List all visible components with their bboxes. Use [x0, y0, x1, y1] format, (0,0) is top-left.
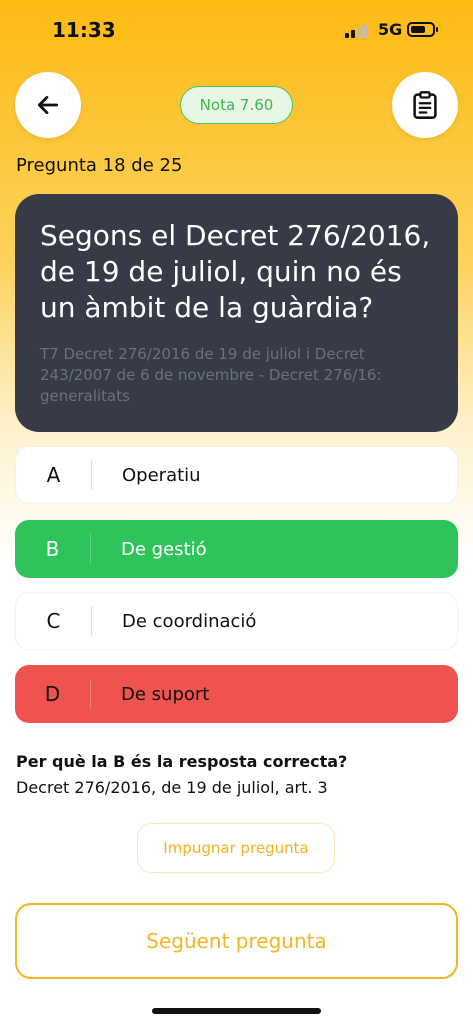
clipboard-list-icon: [413, 91, 437, 119]
answer-text: Operatiu: [122, 464, 201, 486]
answer-letter: C: [46, 609, 61, 633]
explanation-title: Per què la B és la resposta correcta?: [16, 752, 348, 771]
answer-letter: A: [46, 463, 61, 487]
home-indicator[interactable]: [152, 1008, 321, 1014]
next-question-button[interactable]: Següent pregunta: [15, 903, 458, 979]
answer-option-c[interactable]: C De coordinació: [15, 592, 458, 650]
signal-icon: [345, 24, 371, 38]
answer-option-b[interactable]: B De gestió: [15, 520, 458, 578]
question-source: T7 Decret 276/2016 de 19 de juliol i Dec…: [40, 345, 382, 405]
question-text: Segons el Decret 276/2016, de 19 de juli…: [40, 219, 431, 324]
impugn-question-button[interactable]: Impugnar pregunta: [137, 823, 335, 873]
answer-text: De coordinació: [122, 610, 257, 632]
answer-letter: B: [45, 537, 60, 561]
clipboard-button[interactable]: [392, 72, 458, 138]
question-counter: Pregunta 18 de 25: [16, 155, 183, 176]
explanation-reference: Decret 276/2016, de 19 de juliol, art. 3: [16, 778, 328, 797]
answer-letter: D: [44, 682, 61, 706]
battery-icon: [407, 22, 438, 37]
question-card: Segons el Decret 276/2016, de 19 de juli…: [15, 194, 458, 432]
back-button[interactable]: [15, 72, 81, 138]
grade-badge: Nota 7.60: [180, 86, 293, 124]
answer-option-a[interactable]: A Operatiu: [15, 446, 458, 504]
answer-option-d[interactable]: D De suport: [15, 665, 458, 723]
answer-text: De gestió: [121, 538, 207, 560]
status-time: 11:33: [52, 18, 116, 42]
answer-text: De suport: [121, 683, 210, 705]
arrow-left-icon: [37, 96, 59, 114]
network-label: 5G: [378, 20, 403, 39]
